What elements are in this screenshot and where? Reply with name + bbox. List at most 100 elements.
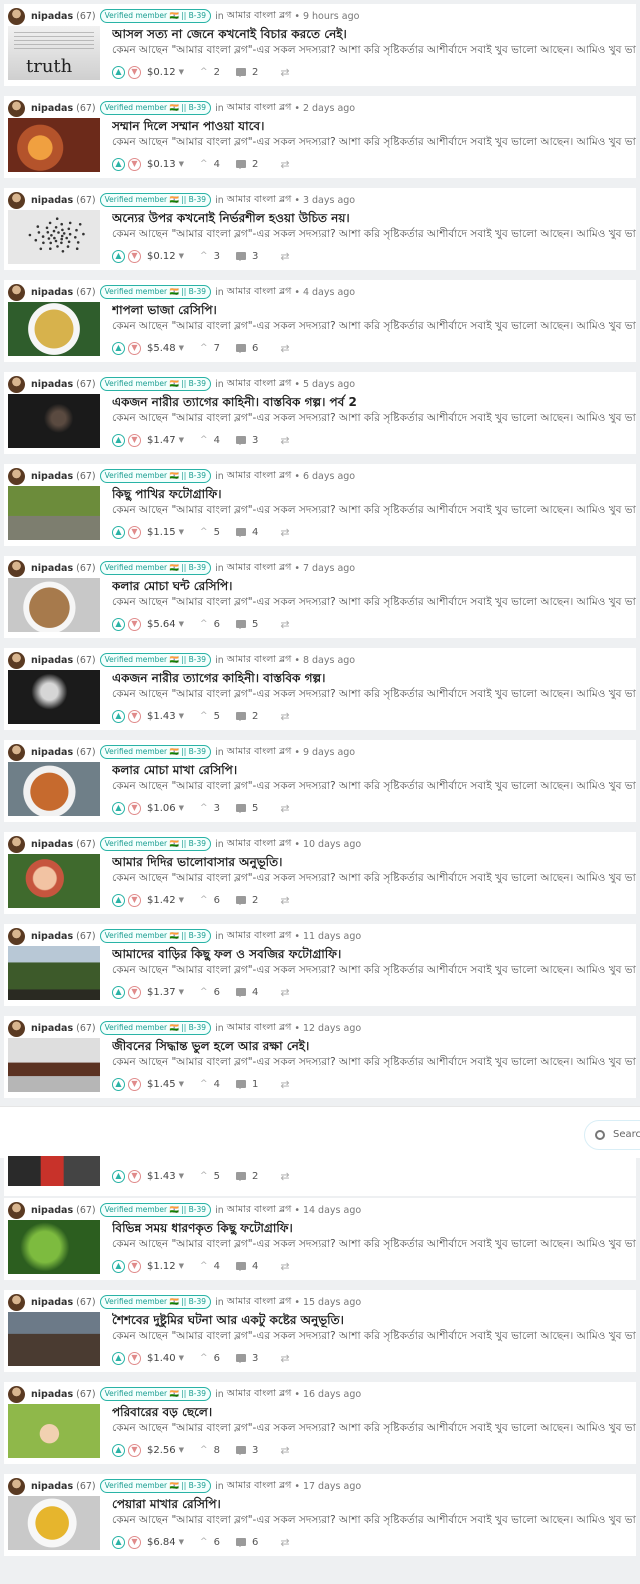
voters-count[interactable]: ^ 6: [200, 1353, 220, 1364]
upvote-icon[interactable]: ▲: [112, 893, 125, 907]
children-image[interactable]: [8, 854, 100, 908]
post-excerpt[interactable]: কেমন আছেন "আমার বাংলা ব্লগ"-এর সকল সদস্য…: [112, 135, 636, 152]
comments-count[interactable]: 1: [235, 1079, 258, 1090]
voters-count[interactable]: ^ 7: [200, 343, 220, 354]
avatar[interactable]: [8, 743, 25, 761]
food-image[interactable]: [8, 302, 100, 356]
author-name[interactable]: nipadas: [31, 1389, 73, 1400]
post-age[interactable]: 9 hours ago: [303, 11, 359, 22]
people-image[interactable]: [8, 118, 100, 172]
birds-image[interactable]: [8, 486, 100, 540]
reblog-icon[interactable]: ⇄: [280, 250, 289, 263]
reblog-icon[interactable]: ⇄: [280, 986, 289, 999]
voters-count[interactable]: ^ 4: [200, 159, 220, 170]
reblog-icon[interactable]: ⇄: [280, 1536, 289, 1549]
reblog-icon[interactable]: ⇄: [280, 434, 289, 447]
avatar[interactable]: [8, 467, 25, 485]
post-excerpt[interactable]: কেমন আছেন "আমার বাংলা ব্লগ"-এর সকল সদস্য…: [112, 227, 636, 244]
post-age[interactable]: 4 days ago: [303, 287, 355, 298]
downvote-icon[interactable]: ▼: [128, 893, 141, 907]
community-link[interactable]: আমার বাংলা ব্লগ: [227, 1479, 292, 1494]
chevron-down-icon[interactable]: ▼: [179, 1262, 184, 1270]
voters-count[interactable]: ^ 6: [200, 895, 220, 906]
post-card[interactable]: nipadas (67) Verified member 🇮🇳 || B-39 …: [4, 464, 636, 546]
payout-value[interactable]: $6.84: [147, 1537, 176, 1548]
upvote-icon[interactable]: ▲: [112, 433, 125, 447]
reblog-icon[interactable]: ⇄: [280, 342, 289, 355]
post-excerpt[interactable]: কেমন আছেন "আমার বাংলা ব্লগ"-এর সকল সদস্য…: [112, 1237, 636, 1254]
comments-count[interactable]: 2: [235, 67, 258, 78]
comments-count[interactable]: 5: [235, 803, 258, 814]
post-excerpt[interactable]: কেমন আছেন "আমার বাংলা ব্লগ"-এর সকল সদস্য…: [112, 43, 636, 60]
food-image[interactable]: [8, 1496, 100, 1550]
downvote-icon[interactable]: ▼: [128, 1443, 141, 1457]
food-image[interactable]: [8, 762, 100, 816]
avatar[interactable]: [8, 559, 25, 577]
author-name[interactable]: nipadas: [31, 379, 73, 390]
voters-count[interactable]: ^ 5: [200, 1171, 220, 1182]
payout-value[interactable]: $0.12: [147, 67, 176, 78]
avatar[interactable]: [8, 283, 25, 301]
post-excerpt[interactable]: কেমন আছেন "আমার বাংলা ব্লগ"-এর সকল সদস্য…: [112, 963, 636, 980]
upvote-icon[interactable]: ▲: [112, 1259, 125, 1273]
voters-count[interactable]: ^ 4: [200, 435, 220, 446]
upvote-icon[interactable]: ▲: [112, 617, 125, 631]
post-card[interactable]: nipadas (67) Verified member 🇮🇳 || B-39 …: [4, 188, 636, 270]
reblog-icon[interactable]: ⇄: [280, 158, 289, 171]
downvote-icon[interactable]: ▼: [128, 1351, 141, 1365]
upvote-icon[interactable]: ▲: [112, 1169, 125, 1183]
chevron-down-icon[interactable]: ▼: [179, 344, 184, 352]
chevron-down-icon[interactable]: ▼: [179, 1354, 184, 1362]
payout-value[interactable]: $1.43: [147, 711, 176, 722]
downvote-icon[interactable]: ▼: [128, 1077, 141, 1091]
reblog-icon[interactable]: ⇄: [280, 894, 289, 907]
post-excerpt[interactable]: কেমন আছেন "আমার বাংলা ব্লগ"-এর সকল সদস্য…: [112, 779, 636, 796]
community-link[interactable]: আমার বাংলা ব্লগ: [227, 285, 292, 300]
comments-count[interactable]: 4: [235, 1261, 258, 1272]
comments-count[interactable]: 2: [235, 1171, 258, 1182]
payout-value[interactable]: $1.40: [147, 1353, 176, 1364]
post-excerpt[interactable]: কেমন আছেন "আমার বাংলা ব্লগ"-এর সকল সদস্য…: [112, 1329, 636, 1346]
comments-count[interactable]: 6: [235, 343, 258, 354]
payout-value[interactable]: $1.37: [147, 987, 176, 998]
author-name[interactable]: nipadas: [31, 563, 73, 574]
downvote-icon[interactable]: ▼: [128, 1169, 141, 1183]
post-card[interactable]: nipadas (67) Verified member 🇮🇳 || B-39 …: [4, 1474, 636, 1556]
downvote-icon[interactable]: ▼: [128, 1259, 141, 1273]
reblog-icon[interactable]: ⇄: [280, 66, 289, 79]
children-image[interactable]: [8, 1312, 100, 1366]
author-name[interactable]: nipadas: [31, 1297, 73, 1308]
author-name[interactable]: nipadas: [31, 11, 73, 22]
post-card[interactable]: nipadas (67) Verified member 🇮🇳 || B-39 …: [4, 740, 636, 822]
author-name[interactable]: nipadas: [31, 839, 73, 850]
avatar[interactable]: [8, 1019, 25, 1037]
post-card[interactable]: nipadas (67) Verified member 🇮🇳 || B-39 …: [4, 96, 636, 178]
upvote-icon[interactable]: ▲: [112, 525, 125, 539]
chevron-down-icon[interactable]: ▼: [179, 528, 184, 536]
post-thumbnail[interactable]: [8, 1156, 100, 1186]
community-link[interactable]: আমার বাংলা ব্লগ: [227, 1203, 292, 1218]
upvote-icon[interactable]: ▲: [112, 1351, 125, 1365]
chevron-down-icon[interactable]: ▼: [179, 436, 184, 444]
chevron-down-icon[interactable]: ▼: [179, 620, 184, 628]
post-card[interactable]: nipadas (67) Verified member 🇮🇳 || B-39 …: [4, 556, 636, 638]
author-name[interactable]: nipadas: [31, 1023, 73, 1034]
avatar[interactable]: [8, 1477, 25, 1495]
payout-value[interactable]: $1.12: [147, 1261, 176, 1272]
post-card[interactable]: nipadas (67) Verified member 🇮🇳 || B-39 …: [4, 648, 636, 730]
voters-count[interactable]: ^ 8: [200, 1445, 220, 1456]
newspaper-truth-image[interactable]: truth: [8, 26, 100, 80]
comments-count[interactable]: 3: [235, 1353, 258, 1364]
reblog-icon[interactable]: ⇄: [280, 1444, 289, 1457]
plants-image[interactable]: [8, 1220, 100, 1274]
comments-count[interactable]: 3: [235, 435, 258, 446]
post-card[interactable]: nipadas (67) Verified member 🇮🇳 || B-39 …: [4, 4, 636, 86]
chevron-down-icon[interactable]: ▼: [179, 988, 184, 996]
author-name[interactable]: nipadas: [31, 655, 73, 666]
community-link[interactable]: আমার বাংলা ব্লগ: [227, 9, 292, 24]
chevron-down-icon[interactable]: ▼: [179, 1172, 184, 1180]
trees-image[interactable]: [8, 946, 100, 1000]
community-link[interactable]: আমার বাংলা ব্লগ: [227, 377, 292, 392]
woman-portrait-image[interactable]: [8, 394, 100, 448]
post-card[interactable]: nipadas (67) Verified member 🇮🇳 || B-39 …: [4, 1198, 636, 1280]
